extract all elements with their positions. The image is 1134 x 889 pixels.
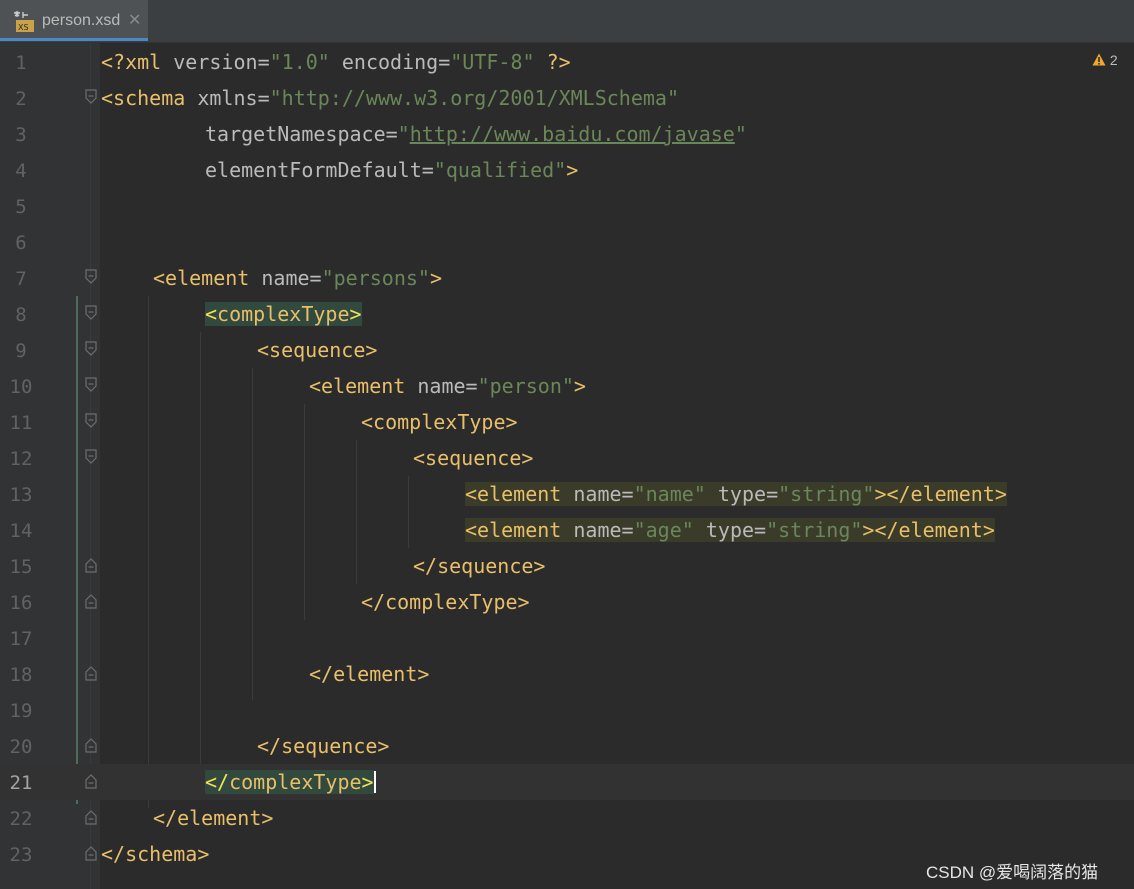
code-line[interactable]: 13 <element name="name" type="string"></… bbox=[0, 476, 1134, 512]
fold-close-icon[interactable] bbox=[84, 772, 98, 790]
line-number: 11 bbox=[9, 412, 33, 434]
line-number: 19 bbox=[9, 700, 33, 722]
fold-open-icon[interactable] bbox=[84, 304, 98, 322]
line-number: 3 bbox=[15, 124, 27, 146]
fold-open-icon[interactable] bbox=[84, 88, 98, 106]
code-line[interactable]: 22 </element> bbox=[0, 800, 1134, 836]
fold-open-icon[interactable] bbox=[84, 376, 98, 394]
code-line[interactable]: 6 bbox=[0, 224, 1134, 260]
code-line[interactable]: 10 <element name="person"> bbox=[0, 368, 1134, 404]
code-text: <?xml version="1.0" encoding="UTF-8" ?> bbox=[101, 50, 571, 74]
editor-tab-bar: XS person.xsd ✕ bbox=[0, 0, 1134, 43]
code-line[interactable]: 9 <sequence> bbox=[0, 332, 1134, 368]
code-text: <complexType> bbox=[361, 410, 518, 434]
line-number: 7 bbox=[15, 268, 27, 290]
tab-title: person.xsd bbox=[42, 12, 121, 29]
code-text: </sequence> bbox=[413, 554, 546, 578]
code-editor[interactable]: 1 <?xml version="1.0" encoding="UTF-8" ?… bbox=[0, 44, 1134, 889]
fold-open-icon[interactable] bbox=[84, 412, 98, 430]
code-text: <element name="person"> bbox=[309, 374, 586, 398]
line-number: 6 bbox=[15, 232, 27, 254]
line-number: 13 bbox=[9, 484, 33, 506]
line-number: 10 bbox=[9, 376, 33, 398]
fold-close-icon[interactable] bbox=[84, 736, 98, 754]
fold-close-icon[interactable] bbox=[84, 592, 98, 610]
fold-close-icon[interactable] bbox=[84, 556, 98, 574]
code-text: <sequence> bbox=[257, 338, 378, 362]
code-text: elementFormDefault="qualified"> bbox=[205, 158, 579, 182]
code-text: </element> bbox=[153, 806, 274, 830]
code-line[interactable]: 4 elementFormDefault="qualified"> bbox=[0, 152, 1134, 188]
code-line[interactable]: 5 bbox=[0, 188, 1134, 224]
line-number: 2 bbox=[15, 88, 27, 110]
text-caret bbox=[373, 771, 376, 793]
fold-open-icon[interactable] bbox=[84, 340, 98, 358]
code-line[interactable]: 12 <sequence> bbox=[0, 440, 1134, 476]
line-number: 20 bbox=[9, 736, 33, 758]
watermark: CSDN @爱喝阔落的猫 bbox=[926, 863, 1099, 882]
code-line[interactable]: 18 </element> bbox=[0, 656, 1134, 692]
code-text: <sequence> bbox=[413, 446, 534, 470]
line-number: 14 bbox=[9, 520, 33, 542]
close-icon[interactable]: ✕ bbox=[128, 10, 141, 30]
line-number: 16 bbox=[9, 592, 33, 614]
fold-close-icon[interactable] bbox=[84, 844, 98, 862]
code-text: <element name="name" type="string"></ele… bbox=[465, 482, 1007, 506]
xsd-file-icon: XS bbox=[14, 11, 34, 32]
code-line[interactable]: 7 <element name="persons"> bbox=[0, 260, 1134, 296]
line-number: 5 bbox=[15, 196, 27, 218]
line-number: 21 bbox=[9, 772, 33, 794]
namespace-link: http://www.baidu.com/javase bbox=[409, 122, 735, 146]
line-number: 1 bbox=[15, 52, 27, 74]
code-line[interactable]: 15 </sequence> bbox=[0, 548, 1134, 584]
code-text: <complexType> bbox=[205, 302, 362, 326]
code-line[interactable]: 14 <element name="age" type="string"></e… bbox=[0, 512, 1134, 548]
code-line[interactable]: 19 bbox=[0, 692, 1134, 728]
svg-text:XS: XS bbox=[18, 23, 29, 32]
code-line[interactable]: 16 </complexType> bbox=[0, 584, 1134, 620]
code-text: </sequence> bbox=[257, 734, 390, 758]
code-text: </schema> bbox=[101, 842, 210, 866]
line-number: 4 bbox=[15, 160, 27, 182]
code-line[interactable]: 2 <schema xmlns="http://www.w3.org/2001/… bbox=[0, 80, 1134, 116]
code-text: targetNamespace="http://www.baidu.com/ja… bbox=[205, 122, 747, 146]
code-line[interactable]: 3 targetNamespace="http://www.baidu.com/… bbox=[0, 116, 1134, 152]
code-line[interactable]: 17 bbox=[0, 620, 1134, 656]
line-number: 15 bbox=[9, 556, 33, 578]
code-text: <schema xmlns="http://www.w3.org/2001/XM… bbox=[101, 86, 680, 110]
fold-close-icon[interactable] bbox=[84, 808, 98, 826]
fold-open-icon[interactable] bbox=[84, 268, 98, 286]
code-text: <element name="persons"> bbox=[153, 266, 443, 290]
line-number: 12 bbox=[9, 448, 33, 470]
code-line[interactable]: 20 </sequence> bbox=[0, 728, 1134, 764]
code-line[interactable]: 11 <complexType> bbox=[0, 404, 1134, 440]
line-number: 17 bbox=[9, 628, 33, 650]
line-number: 8 bbox=[15, 304, 27, 326]
fold-close-icon[interactable] bbox=[84, 664, 98, 682]
code-line[interactable]: 8 <complexType> bbox=[0, 296, 1134, 332]
line-number: 9 bbox=[15, 340, 27, 362]
line-number: 23 bbox=[9, 844, 33, 866]
code-text: <element name="age" type="string"></elem… bbox=[465, 518, 995, 542]
code-text: </complexType> bbox=[361, 590, 530, 614]
code-line[interactable]: 1 <?xml version="1.0" encoding="UTF-8" ?… bbox=[0, 44, 1134, 80]
line-number: 22 bbox=[9, 808, 33, 830]
code-text: </element> bbox=[309, 662, 430, 686]
code-text: </complexType> bbox=[205, 770, 376, 794]
fold-open-icon[interactable] bbox=[84, 448, 98, 466]
tab-person-xsd[interactable]: XS person.xsd ✕ bbox=[0, 0, 148, 41]
line-number: 18 bbox=[9, 664, 33, 686]
code-line-current[interactable]: 21 </complexType> bbox=[0, 764, 1134, 800]
